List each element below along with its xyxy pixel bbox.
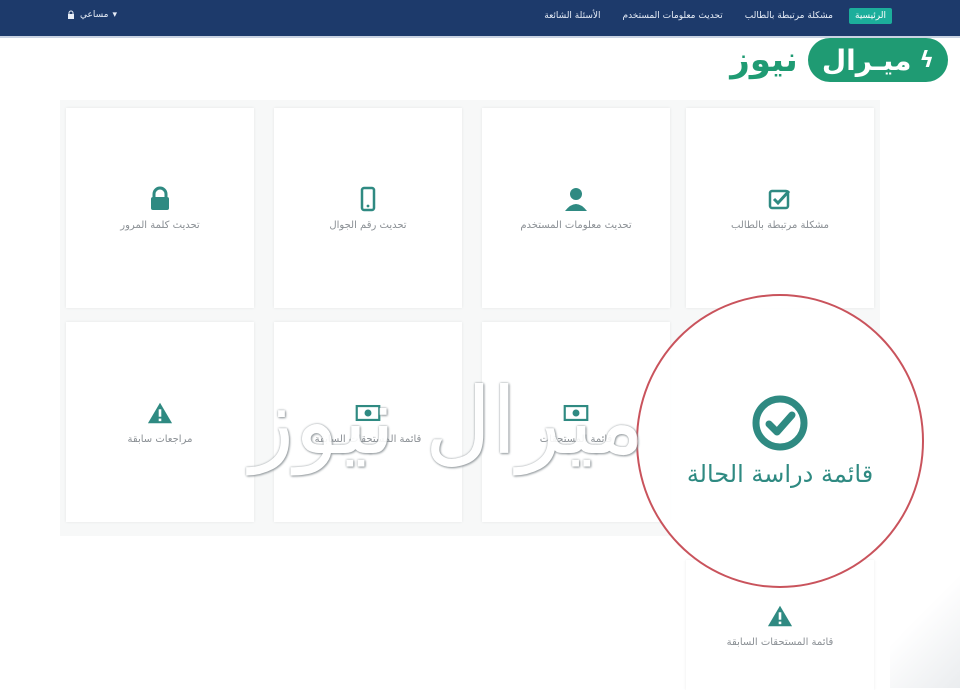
user-label: مساعي	[80, 10, 109, 20]
card-previous-reviews[interactable]: مراجعات سابقة	[66, 322, 254, 522]
nav-item-home[interactable]: الرئيسية	[849, 8, 892, 24]
card-update-mobile[interactable]: تحديث رقم الجوال	[274, 108, 462, 308]
lock-icon	[66, 10, 76, 20]
checkbox-icon	[767, 186, 793, 212]
warning-icon	[767, 603, 793, 629]
lock-icon	[147, 186, 173, 212]
card-update-user[interactable]: تحديث معلومات المستخدم	[482, 108, 670, 308]
card-label: مشكلة مرتبطة بالطالب	[730, 219, 830, 231]
nav-item-student-issue[interactable]: مشكلة مرتبطة بالطالب	[739, 8, 839, 24]
logo-pill: ميـرال ϟ	[807, 38, 948, 82]
card-label: تحديث معلومات المستخدم	[520, 219, 632, 231]
corner-shade	[890, 568, 960, 688]
card-label: مراجعات سابقة	[127, 433, 193, 445]
main-nav: الرئيسية مشكلة مرتبطة بالطالب تحديث معلو…	[538, 8, 892, 24]
card-student-issue[interactable]: مشكلة مرتبطة بالطالب	[686, 108, 874, 308]
top-navbar: مساعي ▾ الرئيسية مشكلة مرتبطة بالطالب تح…	[0, 0, 960, 38]
chevron-down-icon: ▾	[112, 10, 117, 20]
nav-item-update-user[interactable]: تحديث معلومات المستخدم	[617, 8, 729, 24]
watermark-text: ميرال نيوز	[250, 368, 645, 475]
nav-item-faq[interactable]: الأسئلة الشائعة	[538, 8, 606, 24]
bolt-icon: ϟ	[919, 47, 934, 73]
card-label: تحديث كلمة المرور	[120, 219, 200, 231]
user-icon	[563, 186, 589, 212]
warning-icon	[147, 400, 173, 426]
logo-plain-text: نيوز	[730, 40, 798, 80]
card-label: تحديث رقم الجوال	[329, 219, 407, 231]
site-logo: نيوز ميـرال ϟ	[730, 34, 948, 86]
logo-pill-text: ميـرال	[821, 43, 912, 77]
card-update-password[interactable]: تحديث كلمة المرور	[66, 108, 254, 308]
highlighted-case-study-card[interactable]: قائمة دراسة الحالة	[636, 294, 924, 588]
check-circle-icon	[751, 394, 809, 452]
user-menu[interactable]: مساعي ▾	[66, 10, 117, 20]
mobile-icon	[355, 186, 381, 212]
highlight-label: قائمة دراسة الحالة	[686, 460, 874, 488]
card-label: قائمة المستحقات السابقة	[726, 636, 834, 648]
